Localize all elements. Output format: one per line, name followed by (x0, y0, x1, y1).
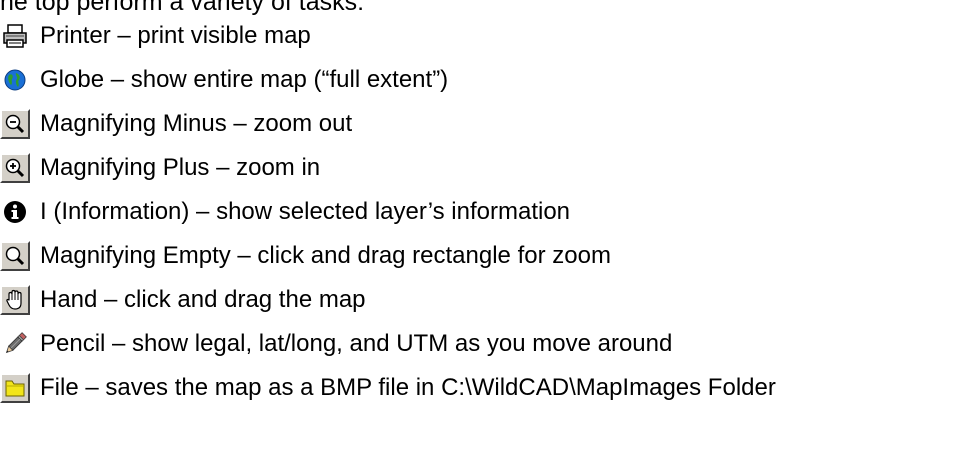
zoom-rectangle-icon (0, 241, 30, 271)
legend-label: Globe – show entire map (“full extent”) (40, 66, 449, 93)
legend-item-zoom-rectangle: Magnifying Empty – click and drag rectan… (0, 234, 611, 278)
legend-label: Pencil – show legal, lat/long, and UTM a… (40, 330, 673, 357)
legend-item-info: I (Information) – show selected layer’s … (0, 190, 570, 234)
legend-label: File – saves the map as a BMP file in C:… (40, 374, 776, 401)
pencil-icon (0, 329, 30, 359)
legend-item-hand: Hand – click and drag the map (0, 278, 366, 322)
legend-label: I (Information) – show selected layer’s … (40, 198, 571, 225)
legend-label: Printer – print visible map (40, 22, 311, 49)
legend-label: Magnifying Empty – click and drag rectan… (40, 242, 611, 269)
globe-icon (0, 65, 30, 95)
legend-item-pencil: Pencil – show legal, lat/long, and UTM a… (0, 322, 672, 366)
legend-item-printer: Printer – print visible map (0, 14, 311, 58)
zoom-in-icon (0, 153, 30, 183)
folder-icon (0, 373, 30, 403)
legend-item-zoom-in: Magnifying Plus – zoom in (0, 146, 320, 190)
hand-icon (0, 285, 30, 315)
info-icon (0, 197, 30, 227)
printer-icon (0, 21, 30, 51)
legend-label: Magnifying Minus – zoom out (40, 110, 353, 137)
legend-item-globe: Globe – show entire map (“full extent”) (0, 58, 448, 102)
legend-item-zoom-out: Magnifying Minus – zoom out (0, 102, 352, 146)
legend-label: Magnifying Plus – zoom in (40, 154, 321, 181)
zoom-out-icon (0, 109, 30, 139)
legend-label: Hand – click and drag the map (40, 286, 366, 313)
legend-item-file: File – saves the map as a BMP file in C:… (0, 366, 776, 410)
